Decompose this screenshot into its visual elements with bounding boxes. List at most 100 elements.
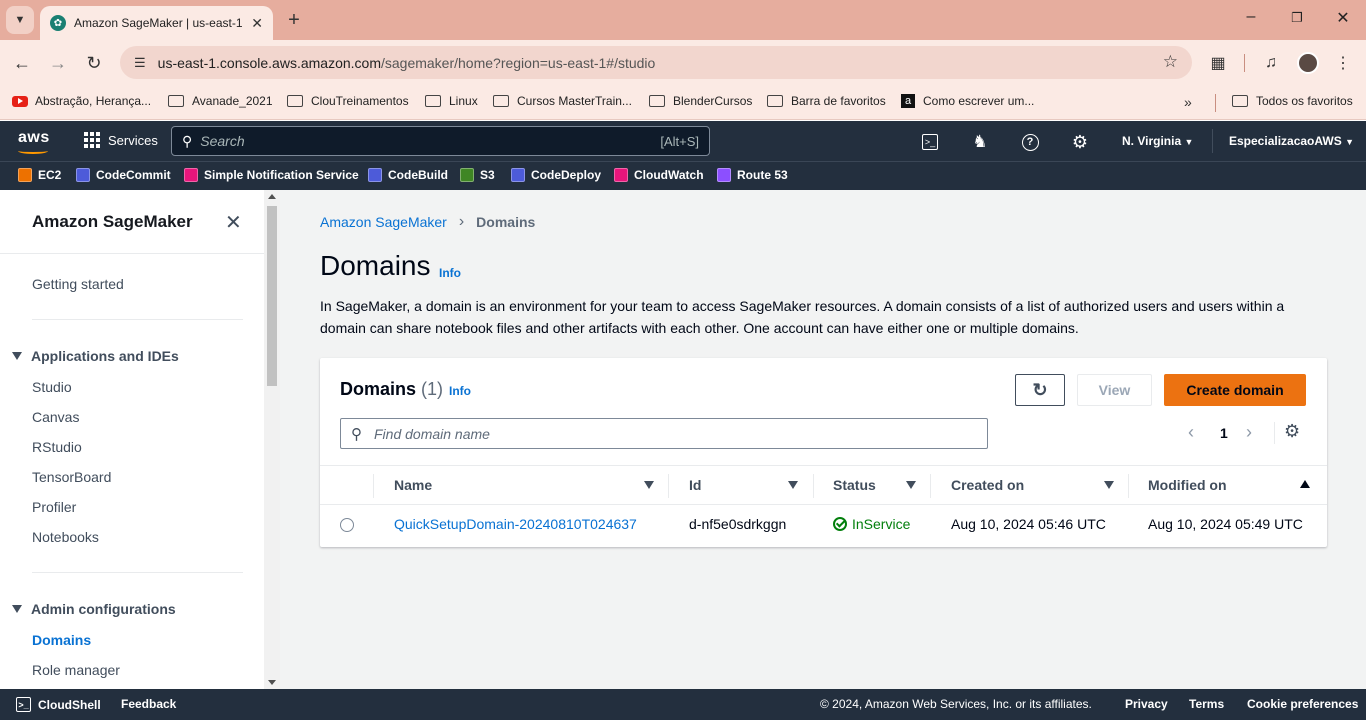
- sort-down-icon[interactable]: [906, 481, 916, 489]
- window-close-button[interactable]: ✕: [1320, 8, 1366, 28]
- sidebar-item-tensorboard[interactable]: TensorBoard: [32, 469, 111, 485]
- scroll-down-arrow-icon[interactable]: [268, 680, 276, 685]
- column-header-name[interactable]: Name: [394, 477, 432, 493]
- folder-icon: [425, 95, 441, 107]
- reload-button[interactable]: ↻: [82, 51, 106, 75]
- aws-search-box[interactable]: ⚲ [Alt+S]: [171, 126, 710, 156]
- scroll-up-arrow-icon[interactable]: [268, 194, 276, 199]
- bookmark-item[interactable]: a Como escrever um...: [901, 94, 1034, 108]
- bookmark-star-icon[interactable]: ☆: [1163, 52, 1178, 72]
- bookmark-item[interactable]: Abstração, Herança...: [12, 94, 151, 108]
- sidebar-item-role-manager[interactable]: Role manager: [32, 662, 120, 678]
- media-control-icon[interactable]: ♫: [1260, 52, 1282, 74]
- section-admin-configurations[interactable]: Admin configurations: [12, 601, 176, 617]
- sidebar-item-canvas[interactable]: Canvas: [32, 409, 79, 425]
- row-select-radio[interactable]: [340, 518, 354, 532]
- bookmark-folder[interactable]: Avanade_2021: [168, 94, 273, 108]
- refresh-button[interactable]: ↻: [1015, 374, 1065, 406]
- url-text: us-east-1.console.aws.amazon.com/sagemak…: [158, 55, 656, 71]
- favorite-sns[interactable]: Simple Notification Service: [184, 168, 359, 182]
- bookmark-folder[interactable]: Linux: [425, 94, 478, 108]
- sort-down-icon[interactable]: [788, 481, 798, 489]
- s3-icon: [460, 168, 474, 182]
- column-header-modified-on[interactable]: Modified on: [1148, 477, 1227, 493]
- profile-avatar[interactable]: [1297, 52, 1319, 74]
- bookmark-folder[interactable]: ClouTreinamentos: [287, 94, 409, 108]
- sidebar-item-notebooks[interactable]: Notebooks: [32, 529, 99, 545]
- sidebar-item-profiler[interactable]: Profiler: [32, 499, 76, 515]
- close-icon[interactable]: ✕: [251, 15, 263, 32]
- bookmark-folder[interactable]: Cursos MasterTrain...: [493, 94, 632, 108]
- previous-page-icon[interactable]: ‹: [1188, 422, 1194, 443]
- back-button[interactable]: ←: [10, 51, 34, 75]
- cloudshell-button[interactable]: >_ CloudShell: [16, 697, 101, 712]
- favorite-codecommit[interactable]: CodeCommit: [76, 168, 171, 182]
- account-menu[interactable]: EspecializacaoAWS ▼: [1229, 134, 1354, 148]
- bookmarks-bar: Abstração, Herança... Avanade_2021 ClouT…: [0, 86, 1366, 120]
- table-row[interactable]: QuickSetupDomain-20240810T024637 d-nf5e0…: [320, 505, 1327, 545]
- address-bar[interactable]: ☰ us-east-1.console.aws.amazon.com/sagem…: [120, 46, 1192, 79]
- console-footer: >_ CloudShell Feedback © 2024, Amazon Web…: [0, 689, 1366, 720]
- favorite-ec2[interactable]: EC2: [18, 168, 61, 182]
- page-info-link[interactable]: Info: [439, 266, 461, 280]
- sidebar-item-studio[interactable]: Studio: [32, 379, 72, 395]
- favorite-route53[interactable]: Route 53: [717, 168, 788, 182]
- cloudshell-icon[interactable]: >_: [920, 132, 940, 152]
- site-info-icon[interactable]: ☰: [134, 55, 146, 71]
- minimize-button[interactable]: –: [1228, 8, 1274, 26]
- aws-search-input[interactable]: [200, 133, 641, 149]
- column-header-status[interactable]: Status: [833, 477, 876, 493]
- sidebar-item-rstudio[interactable]: RStudio: [32, 439, 82, 455]
- bookmark-folder[interactable]: BlenderCursos: [649, 94, 752, 108]
- favorite-codebuild[interactable]: CodeBuild: [368, 168, 448, 182]
- column-header-created-on[interactable]: Created on: [951, 477, 1024, 493]
- favorite-label: S3: [480, 168, 495, 182]
- help-icon[interactable]: ?: [1020, 132, 1040, 152]
- favorite-label: CodeCommit: [96, 168, 171, 182]
- favorite-codedeploy[interactable]: CodeDeploy: [511, 168, 601, 182]
- notifications-bell-icon[interactable]: ♞: [970, 132, 990, 152]
- bookmarks-overflow-icon[interactable]: »: [1184, 94, 1192, 110]
- section-applications-ides[interactable]: Applications and IDEs: [12, 348, 179, 364]
- aws-logo[interactable]: aws: [18, 129, 50, 154]
- forward-button[interactable]: →: [46, 51, 70, 75]
- sidenav-scrollbar[interactable]: [264, 190, 280, 689]
- domain-filter[interactable]: ⚲: [340, 418, 988, 449]
- scrollbar-thumb[interactable]: [267, 206, 277, 386]
- column-header-id[interactable]: Id: [689, 477, 701, 493]
- sidebar-item-domains[interactable]: Domains: [32, 632, 91, 648]
- restore-button[interactable]: ❐: [1274, 10, 1320, 26]
- bookmark-folder[interactable]: Barra de favoritos: [767, 94, 886, 108]
- create-domain-button[interactable]: Create domain: [1164, 374, 1306, 406]
- find-domain-input[interactable]: [374, 425, 954, 442]
- gear-icon[interactable]: ⚙: [1070, 132, 1090, 152]
- terms-link[interactable]: Terms: [1189, 697, 1224, 711]
- feedback-link[interactable]: Feedback: [121, 697, 176, 711]
- view-button[interactable]: View: [1077, 374, 1152, 406]
- cookie-preferences-link[interactable]: Cookie preferences: [1247, 697, 1358, 711]
- favorite-cloudwatch[interactable]: CloudWatch: [614, 168, 704, 182]
- new-tab-button[interactable]: +: [283, 9, 305, 31]
- next-page-icon[interactable]: ›: [1246, 422, 1252, 443]
- region-selector[interactable]: N. Virginia ▼: [1122, 134, 1193, 148]
- more-menu-icon[interactable]: ⋮: [1332, 52, 1354, 74]
- domain-count: (1): [421, 379, 444, 399]
- sort-down-icon[interactable]: [1104, 481, 1114, 489]
- sidebar-item-getting-started[interactable]: Getting started: [32, 276, 124, 292]
- gear-icon[interactable]: ⚙: [1284, 421, 1300, 442]
- privacy-link[interactable]: Privacy: [1125, 697, 1168, 711]
- all-bookmarks-folder[interactable]: Todos os favoritos: [1232, 94, 1353, 108]
- browser-tab-active[interactable]: ✿ Amazon SageMaker | us-east-1 ✕: [40, 6, 273, 40]
- sort-down-icon[interactable]: [644, 481, 654, 489]
- services-menu-button[interactable]: Services: [84, 132, 158, 148]
- close-icon[interactable]: ✕: [225, 210, 242, 235]
- sort-up-icon[interactable]: [1300, 480, 1310, 488]
- extensions-icon[interactable]: ▦: [1207, 52, 1229, 74]
- container-info-link[interactable]: Info: [449, 384, 471, 398]
- breadcrumb-root-link[interactable]: Amazon SageMaker: [320, 214, 447, 230]
- domain-name-link[interactable]: QuickSetupDomain-20240810T024637: [394, 516, 637, 532]
- tab-search-button[interactable]: ▼: [6, 6, 34, 34]
- favorite-s3[interactable]: S3: [460, 168, 495, 182]
- domain-id: d-nf5e0sdrkggn: [689, 516, 787, 532]
- current-page-number[interactable]: 1: [1220, 425, 1228, 441]
